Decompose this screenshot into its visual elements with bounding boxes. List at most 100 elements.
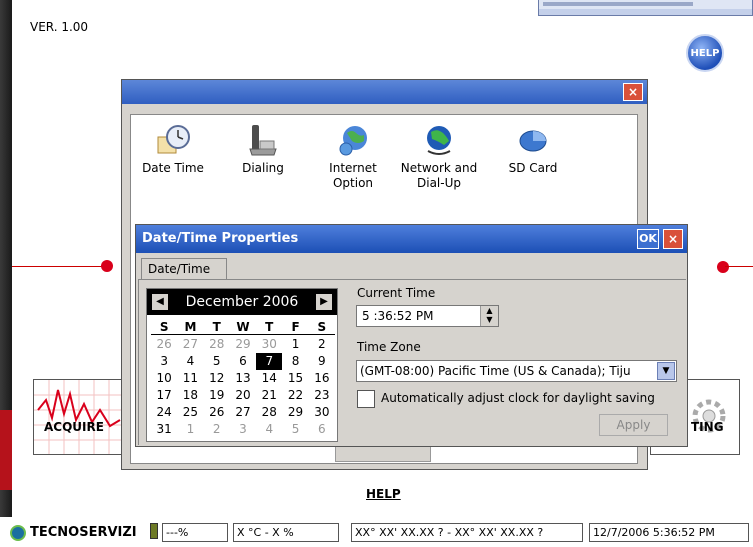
calendar-day[interactable]: 5	[204, 353, 230, 370]
calendar-day[interactable]: 23	[309, 387, 335, 404]
calendar-day[interactable]: 30	[309, 404, 335, 421]
phone-icon	[246, 123, 280, 157]
globe-icon	[336, 123, 370, 157]
calendar-week-row: 26 27 28 29 30 1 2	[151, 336, 335, 353]
battery-value: ---%	[162, 523, 228, 542]
temperature-value: X °C - X %	[233, 523, 339, 542]
calendar-day[interactable]: 16	[309, 370, 335, 387]
calendar-day[interactable]: 9	[309, 353, 335, 370]
weekday-label: S	[159, 320, 169, 334]
calendar-day[interactable]: 14	[256, 370, 282, 387]
calendar-day[interactable]: 17	[151, 387, 177, 404]
cp-item-dialing[interactable]: Dialing	[223, 123, 303, 176]
acquire-label: ACQUIRE	[44, 420, 104, 434]
current-time-label: Current Time	[357, 286, 436, 300]
chevron-right-icon[interactable]: ▶	[316, 294, 332, 310]
calendar-week-row: 24 25 26 27 28 29 30	[151, 404, 335, 421]
calendar-day[interactable]: 29	[230, 336, 256, 353]
calendar-day[interactable]: 2	[204, 421, 230, 438]
clock-icon	[156, 123, 190, 157]
calendar-day[interactable]: 6	[230, 353, 256, 370]
calendar-day[interactable]: 8	[282, 353, 308, 370]
chevron-left-icon[interactable]: ◀	[152, 294, 168, 310]
close-icon[interactable]: ×	[623, 83, 643, 101]
calendar-day[interactable]: 20	[230, 387, 256, 404]
calendar-week-row: 17 18 19 20 21 22 23	[151, 387, 335, 404]
calendar-day[interactable]: 5	[282, 421, 308, 438]
weekday-label: F	[291, 320, 300, 334]
help-icon[interactable]: HELP	[686, 34, 724, 72]
calendar-day[interactable]: 27	[230, 404, 256, 421]
help-link[interactable]: HELP	[366, 487, 401, 501]
apply-button[interactable]: Apply	[599, 414, 668, 436]
sd-card-icon	[516, 123, 550, 157]
calendar-day[interactable]: 10	[151, 370, 177, 387]
calendar-day[interactable]: 18	[177, 387, 203, 404]
calendar-day[interactable]: 29	[282, 404, 308, 421]
calendar-day[interactable]: 30	[256, 336, 282, 353]
cp-item-label: Date Time	[142, 161, 204, 175]
calendar-day[interactable]: 31	[151, 421, 177, 438]
calendar-day[interactable]: 25	[177, 404, 203, 421]
datetime-value: 12/7/2006 5:36:52 PM	[589, 523, 749, 542]
weekday-label: T	[212, 320, 221, 334]
calendar-day[interactable]: 1	[177, 421, 203, 438]
calendar-day[interactable]: 3	[151, 353, 177, 370]
acquire-button[interactable]: ACQUIRE	[33, 379, 125, 455]
chevron-down-icon[interactable]: ▼	[657, 362, 675, 380]
battery-icon	[150, 523, 158, 539]
calendar-day[interactable]: 19	[204, 387, 230, 404]
calendar-month-year: December 2006	[147, 289, 337, 315]
cp-item-date-time[interactable]: Date Time	[133, 123, 213, 176]
setting-label: TING	[691, 420, 724, 434]
calendar-day[interactable]: 7	[256, 353, 283, 370]
cp-item-label: SD Card	[508, 161, 558, 175]
version-label: VER. 1.00	[30, 20, 89, 34]
control-panel-titlebar[interactable]: ×	[122, 80, 647, 104]
close-icon[interactable]: ×	[663, 229, 683, 249]
calendar-day[interactable]: 4	[256, 421, 282, 438]
time-spinner[interactable]: ▲ ▼	[480, 306, 498, 326]
calendar-day[interactable]: 3	[230, 421, 256, 438]
left-connector-line	[12, 266, 104, 267]
cp-item-label: Internet	[329, 161, 377, 175]
right-connector-dot	[717, 261, 729, 273]
calendar-day[interactable]: 1	[282, 336, 308, 353]
dst-label: Automatically adjust clock for daylight …	[381, 391, 655, 405]
weekday-label: T	[265, 320, 274, 334]
calendar-day[interactable]: 28	[204, 336, 230, 353]
dst-checkbox[interactable]	[357, 390, 375, 408]
calendar-day[interactable]: 13	[230, 370, 256, 387]
calendar-week-row: 3456789	[151, 353, 335, 370]
calendar-day[interactable]: 24	[151, 404, 177, 421]
calendar-day[interactable]: 27	[177, 336, 203, 353]
cp-item-network-dialup[interactable]: Network and Dial-Up	[399, 123, 479, 191]
cp-item-internet-option[interactable]: Internet Option	[313, 123, 393, 191]
calendar-grid: 26 27 28 29 30 1 2 3 4 5 6 7 8 9 10 11 12 13 14 15 16 17 18 19 2…	[151, 336, 335, 438]
brand-name: TECNOSERVIZI	[30, 525, 137, 540]
calendar-day[interactable]: 6	[309, 421, 335, 438]
calendar-day[interactable]: 15	[282, 370, 308, 387]
calendar-day[interactable]: 12	[204, 370, 230, 387]
cp-item-sd-card[interactable]: SD Card	[493, 123, 573, 176]
calendar-day[interactable]: 21	[256, 387, 282, 404]
ok-button[interactable]: OK	[637, 229, 659, 249]
weekday-label: S	[317, 320, 327, 334]
calendar-day[interactable]: 11	[177, 370, 203, 387]
calendar: December 2006 ◀ ▶ SMTWTFS 26 27 28 29 30 1 2 3 4…	[146, 288, 338, 442]
current-time-field[interactable]: 5 :36:52 PM	[356, 305, 499, 327]
network-icon	[422, 123, 456, 157]
cp-item-label: Dial-Up	[417, 176, 461, 190]
tab-date-time[interactable]: Date/Time	[141, 258, 227, 280]
calendar-day[interactable]: 2	[309, 336, 335, 353]
device-edge	[0, 0, 12, 547]
calendar-day[interactable]: 22	[282, 387, 308, 404]
mini-window-fragment	[538, 0, 753, 16]
calendar-week-row: 10 11 12 13 14 15 16	[151, 370, 335, 387]
calendar-day[interactable]: 28	[256, 404, 282, 421]
calendar-day[interactable]: 4	[177, 353, 203, 370]
right-connector-line	[725, 266, 753, 267]
time-zone-select[interactable]: (GMT-08:00) Pacific Time (US & Canada); …	[356, 360, 677, 382]
calendar-day[interactable]: 26	[151, 336, 177, 353]
calendar-day[interactable]: 26	[204, 404, 230, 421]
